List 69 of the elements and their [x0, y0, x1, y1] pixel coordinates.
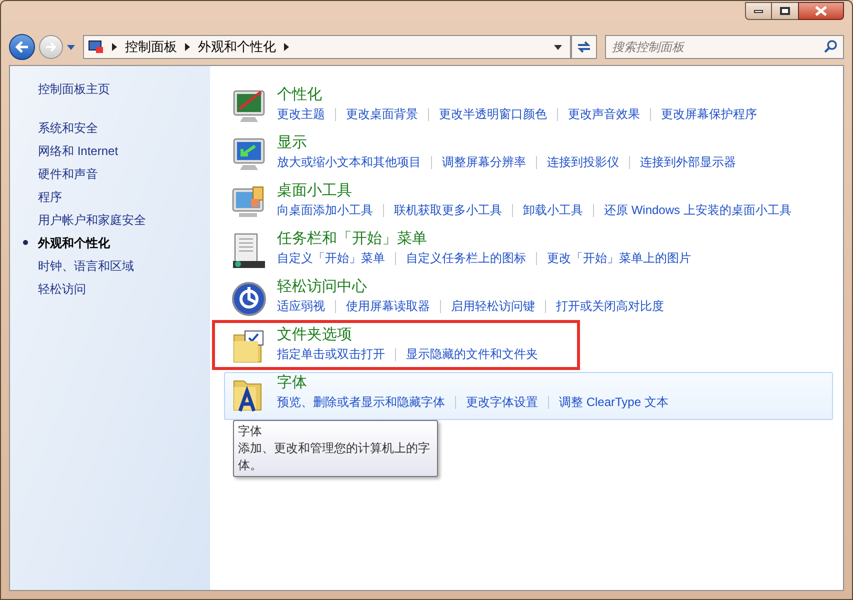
dropdown-caret-icon[interactable]: [554, 44, 562, 50]
breadcrumb-arrow-icon[interactable]: [185, 43, 190, 51]
hover-highlight[interactable]: 字体 预览、删除或者显示和隐藏字体 更改字体设置 调整 ClearType 文本: [224, 372, 833, 420]
task-link[interactable]: 还原 Windows 上安装的桌面小工具: [604, 201, 792, 219]
breadcrumb-arrow-icon[interactable]: [284, 43, 289, 51]
task-link[interactable]: 调整屏幕分辨率: [442, 153, 526, 171]
maximize-icon: [780, 7, 790, 15]
task-link[interactable]: 连接到投影仪: [547, 153, 619, 171]
tooltip-title: 字体: [238, 423, 263, 440]
refresh-button[interactable]: [571, 35, 597, 59]
task-link[interactable]: 更改桌面背景: [346, 105, 418, 123]
task-link[interactable]: 更改主题: [277, 105, 325, 123]
sidebar-link[interactable]: 用户帐户和家庭安全: [38, 210, 146, 228]
close-icon: [815, 6, 827, 16]
control-panel-icon: [88, 40, 104, 54]
search-field[interactable]: 搜索控制面板: [605, 35, 844, 59]
close-button[interactable]: [798, 2, 844, 20]
breadcrumb-item[interactable]: 外观和个性化: [198, 37, 276, 57]
task-link[interactable]: 预览、删除或者显示和隐藏字体: [277, 393, 445, 411]
back-arrow-icon: [15, 41, 29, 53]
category-title-link[interactable]: 轻松访问中心: [277, 277, 367, 297]
task-link[interactable]: 调整 ClearType 文本: [559, 393, 668, 411]
sidebar-link[interactable]: 时钟、语言和区域: [38, 256, 134, 274]
task-link[interactable]: 自定义「开始」菜单: [277, 249, 385, 267]
category-title-link[interactable]: 字体: [277, 373, 307, 393]
breadcrumb-item[interactable]: 控制面板: [125, 37, 177, 57]
maximize-button[interactable]: [772, 2, 798, 20]
back-button[interactable]: [9, 34, 35, 60]
monitor-icon[interactable]: [231, 137, 267, 173]
task-link[interactable]: 放大或缩小文本和其他项目: [277, 153, 421, 171]
sidebar-link[interactable]: 轻松访问: [38, 280, 86, 298]
task-link[interactable]: 连接到外部显示器: [640, 153, 736, 171]
task-link[interactable]: 打开或关闭高对比度: [556, 297, 664, 315]
tooltip-text: 添加、更改和管理您的计算机上的字体。: [238, 440, 431, 474]
task-link[interactable]: 显示隐藏的文件和文件夹: [406, 345, 538, 363]
category-title-link[interactable]: 桌面小工具: [277, 181, 352, 201]
refresh-icon: [576, 40, 592, 54]
forward-arrow-icon: [45, 42, 57, 52]
task-link[interactable]: 更改声音效果: [568, 105, 640, 123]
address-bar[interactable]: 控制面板 外观和个性化: [83, 35, 571, 59]
taskbar-icon[interactable]: [231, 233, 267, 269]
task-link[interactable]: 更改半透明窗口颜色: [439, 105, 547, 123]
task-link[interactable]: 指定单击或双击打开: [277, 345, 385, 363]
minimize-icon: [754, 10, 763, 12]
task-link[interactable]: 更改「开始」菜单上的图片: [547, 249, 691, 267]
task-link[interactable]: 启用轻松访问键: [451, 297, 535, 315]
sidebar-link[interactable]: 网络和 Internet: [38, 142, 118, 160]
task-link[interactable]: 更改字体设置: [466, 393, 538, 411]
minimize-button[interactable]: [745, 2, 772, 20]
task-link[interactable]: 卸载小工具: [523, 201, 583, 219]
task-link[interactable]: 更改屏幕保护程序: [661, 105, 757, 123]
category-title-link[interactable]: 个性化: [277, 85, 322, 105]
task-link[interactable]: 适应弱视: [277, 297, 325, 315]
breadcrumb-arrow-icon[interactable]: [112, 43, 117, 51]
monitor-icon[interactable]: [231, 89, 267, 125]
task-link[interactable]: 向桌面添加小工具: [277, 201, 373, 219]
category-title-link[interactable]: 显示: [277, 133, 307, 153]
task-link[interactable]: 自定义任务栏上的图标: [406, 249, 526, 267]
sidebar-link[interactable]: 外观和个性化: [38, 234, 110, 252]
dial-icon[interactable]: [231, 281, 267, 317]
sidebar-link[interactable]: 系统和安全: [38, 118, 98, 136]
task-link[interactable]: 联机获取更多小工具: [394, 201, 502, 219]
sidebar-link[interactable]: 硬件和声音: [38, 164, 98, 182]
sidebar-link[interactable]: 程序: [38, 188, 62, 206]
search-icon: [824, 40, 837, 53]
sidebar-link[interactable]: 控制面板主页: [38, 80, 110, 98]
category-title-link[interactable]: 文件夹选项: [277, 325, 352, 345]
category-title-link[interactable]: 任务栏和「开始」菜单: [277, 229, 427, 249]
task-link[interactable]: 使用屏幕读取器: [346, 297, 430, 315]
